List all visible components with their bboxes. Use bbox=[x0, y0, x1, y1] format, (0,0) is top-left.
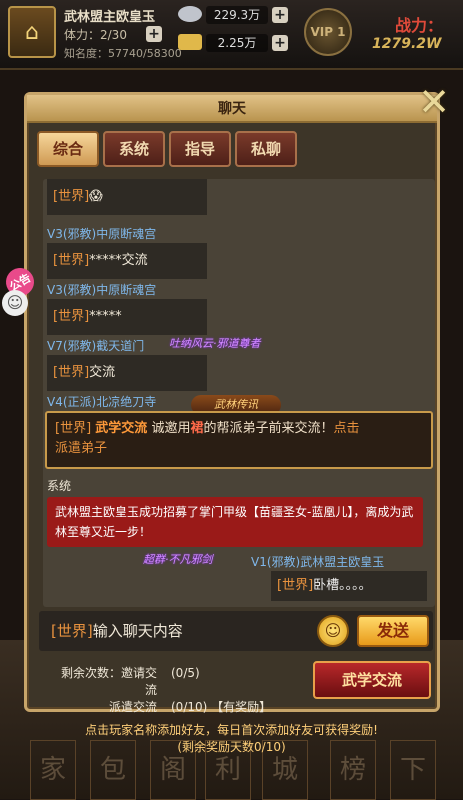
add-silver-button[interactable]: + bbox=[272, 7, 288, 23]
sender-title: 超群·不凡邪剑 bbox=[143, 553, 213, 566]
chat-messages[interactable]: [世界]😱 V3(邪教)中原断魂宫 [世界]*****交流 V3(邪教)中原断魂… bbox=[43, 179, 435, 607]
exchange-counts: 剩余次数：邀请交流 (0/5) 派遣交流 (0/10) 【有奖励】 bbox=[51, 665, 271, 716]
footer-line: 点击玩家名称添加好友，每日首次添加好友可获得奖励! bbox=[85, 723, 378, 737]
channel-tag: [世界] bbox=[277, 578, 314, 593]
invite-count: (0/5) bbox=[171, 666, 200, 680]
chat-message: [世界]交流 bbox=[47, 355, 207, 391]
sender-name[interactable]: V1(邪教)武林盟主欧皇玉 bbox=[251, 553, 384, 570]
silver-value: 229.3万 bbox=[206, 6, 268, 24]
footer-line: (剩余奖励天数0/10) bbox=[177, 740, 286, 754]
silver-icon bbox=[178, 6, 202, 22]
sender-name[interactable]: V3(邪教)中原断魂宫 bbox=[47, 281, 156, 298]
channel-tag: [世界] bbox=[51, 622, 93, 640]
add-stamina-button[interactable]: + bbox=[146, 26, 162, 42]
sender-title: 吐纳风云·邪道尊者 bbox=[169, 337, 261, 350]
channel-tag: [世界] bbox=[53, 189, 90, 204]
message-text: 卧槽。。。。 bbox=[313, 578, 372, 593]
dispatch-label: 派遣交流 bbox=[108, 700, 157, 714]
send-button[interactable]: 发送 bbox=[357, 615, 429, 647]
tab-system[interactable]: 系统 bbox=[103, 131, 165, 167]
invitation-title: 武学交流 bbox=[95, 421, 148, 436]
martial-exchange-button[interactable]: 武学交流 bbox=[313, 661, 431, 699]
channel-tag: [世界] bbox=[53, 309, 90, 324]
message-text: ***** bbox=[89, 309, 122, 324]
top-hud: ⌂ 武林盟主欧皇玉 体力：2/30 + 知名度：57740/58300 229.… bbox=[0, 0, 463, 70]
channel-tag: [世界] bbox=[55, 421, 92, 436]
message-text: *****交流 bbox=[89, 253, 148, 268]
message-text: 😱 bbox=[89, 189, 103, 204]
dispatch-disciple-link[interactable]: 派遣弟子 bbox=[55, 441, 107, 456]
channel-tag: [世界] bbox=[53, 365, 90, 380]
chat-message: [世界]***** bbox=[47, 299, 207, 335]
counts-label: 剩余次数：邀请交流 bbox=[60, 666, 157, 697]
close-icon[interactable]: ✕ bbox=[415, 83, 453, 123]
power-label: 战力： bbox=[395, 16, 444, 35]
tab-general[interactable]: 综合 bbox=[37, 131, 99, 167]
click-link[interactable]: 点击 bbox=[333, 421, 359, 436]
tab-private[interactable]: 私聊 bbox=[235, 131, 297, 167]
emoji-button[interactable]: ☺ bbox=[317, 615, 349, 647]
avatar[interactable]: ⌂ bbox=[8, 6, 56, 58]
tab-guide[interactable]: 指导 bbox=[169, 131, 231, 167]
gold-value: 2.25万 bbox=[206, 34, 268, 52]
dispatch-count: (0/10) 【有奖励】 bbox=[171, 700, 272, 714]
player-name: 武林盟主欧皇玉 bbox=[64, 10, 156, 25]
chat-message: [世界]*****交流 bbox=[47, 243, 207, 279]
stamina-value: 体力：2/30 bbox=[64, 28, 127, 42]
add-gold-button[interactable]: + bbox=[272, 35, 288, 51]
channel-tag: [世界] bbox=[53, 253, 90, 268]
sender-name[interactable]: V4(正派)北凉绝刀寺 bbox=[47, 393, 156, 410]
message-text: 交流 bbox=[89, 365, 116, 380]
chat-panel: 聊天 ✕ 综合 系统 指导 私聊 [世界]😱 V3(邪教)中原断魂宫 [世界]*… bbox=[24, 83, 450, 714]
invitation-text: 诚邀用 bbox=[147, 421, 191, 436]
sender-name[interactable]: V3(邪教)中原断魂宫 bbox=[47, 225, 156, 242]
emoji-icon[interactable]: ☺ bbox=[2, 290, 28, 316]
input-placeholder: 输入聊天内容 bbox=[92, 622, 183, 640]
friend-reward-note: 点击玩家名称添加好友，每日首次添加好友可获得奖励! (剩余奖励天数0/10) bbox=[0, 722, 463, 756]
chat-message: [世界]😱 bbox=[47, 179, 207, 215]
sender-name[interactable]: V7(邪教)截天道门 bbox=[47, 337, 144, 354]
chat-message: [世界]卧槽。。。。 bbox=[271, 571, 427, 601]
system-message: 武林盟主欧皇玉成功招募了掌门甲级【苗疆圣女-蓝凰儿】，离成为武林至尊又近一步！ bbox=[47, 497, 423, 547]
gold-icon bbox=[178, 34, 202, 50]
fame-value: 知名度：57740/58300 bbox=[64, 47, 182, 60]
chat-input[interactable]: [世界]输入聊天内容 bbox=[39, 611, 307, 651]
chat-tabs: 综合 系统 指导 私聊 bbox=[37, 131, 297, 167]
exchange-invitation[interactable]: [世界] 武学交流 诚邀用裙的帮派弟子前来交流！点击 派遣弟子 bbox=[45, 411, 433, 469]
power-value: 1279.2W bbox=[372, 36, 442, 52]
chat-input-row: [世界]输入聊天内容 ☺ 发送 bbox=[39, 611, 433, 651]
system-label: 系统 bbox=[47, 479, 72, 493]
invitation-text: 的帮派弟子前来交流！ bbox=[203, 421, 334, 436]
vip-badge[interactable]: VIP 1 bbox=[304, 8, 352, 56]
panel-title: 聊天 bbox=[27, 95, 437, 123]
invitation-guild: 裙 bbox=[190, 421, 204, 436]
